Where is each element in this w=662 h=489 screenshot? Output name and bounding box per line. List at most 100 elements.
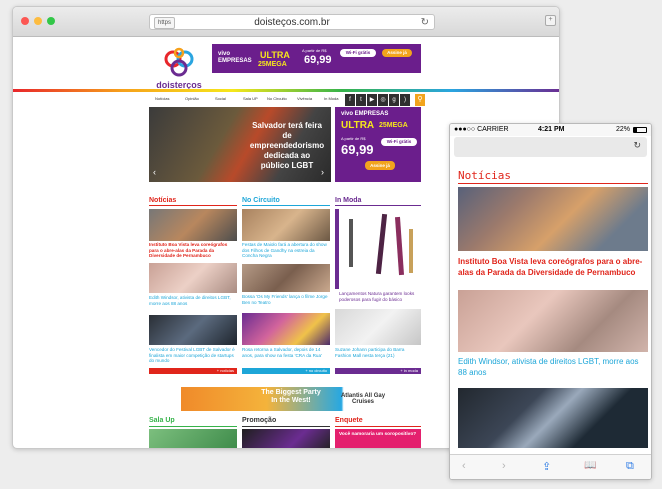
noticias-underline [149,205,237,206]
noticias-heading[interactable]: Notícias [149,197,176,204]
vivo-banner-ad[interactable]: vivo EMPRESAS ULTRA 25MEGA A partir de R… [212,44,421,73]
instagram-icon[interactable]: ◎ [378,94,388,106]
forward-icon[interactable]: › [502,460,506,472]
mobile-toolbar: ‹ › ⇪ 📖 ⧉ [450,454,651,479]
enquete-underline [335,426,421,427]
ad-brand: vivo EMPRESAS [218,51,252,64]
battery-level: 22% [616,126,631,133]
reload-icon[interactable]: ↻ [421,16,429,29]
slider-next-icon[interactable]: › [321,167,324,177]
ad-mid-brand: Atlantis All Gay Cruises [340,393,386,405]
ad-mid-text: The Biggest Party In the West! [261,389,321,404]
atlantis-banner-ad[interactable]: The Biggest Party In the West! Atlantis … [181,387,395,411]
moda-thumb-1[interactable] [335,209,421,289]
rainbow-divider [13,89,559,92]
share-icon[interactable]: ⇪ [542,460,551,473]
twitter-icon[interactable]: t [356,94,366,106]
mobile-address-bar[interactable]: ↻ [454,137,647,157]
nav-in-moda[interactable]: In Moda [324,96,338,101]
facebook-icon[interactable]: f [345,94,355,106]
circuito-thumb-3[interactable] [242,313,330,345]
circuito-heading[interactable]: No Circuito [242,197,280,204]
noticias-thumb-1[interactable] [149,209,237,241]
slider-prev-icon[interactable]: ‹ [153,167,156,177]
bookmarks-icon[interactable]: 📖 [584,460,596,471]
sala-up-underline [149,426,237,427]
more-circuito-button[interactable]: + no circuito [242,368,330,374]
nav-sala-up[interactable]: Sala UP [243,96,258,101]
noticias-headline-1[interactable]: Instituto Boa Vista leva coreógrafos par… [149,242,237,259]
mobile-section-underline [458,183,648,184]
ad-wifi-badge: Wi-Fi grátis [340,49,376,57]
nav-no-circuito[interactable]: No Circuito [267,96,287,101]
noticias-thumb-2[interactable] [149,263,237,293]
promocao-thumb[interactable] [242,429,330,448]
nav-vivencia[interactable]: Vivência [297,96,312,101]
moda-heading[interactable]: In Moda [335,197,361,204]
circuito-headline-3[interactable]: Rosa retorna a Salvador, depois de 14 an… [242,347,330,358]
logo-mark-icon [164,47,194,77]
ad-price: 69,99 [304,54,332,66]
nav-noticias[interactable]: Notícias [155,96,169,101]
ad-wifi-badge: Wi-Fi grátis [381,138,417,146]
ad-speed: 25MEGA [258,61,287,68]
status-bar: ●●●○○ CARRIER 4:21 PM 22% [450,124,651,136]
enquete-question: Você namoraria um soropositivo? [339,432,417,437]
ad-product: ULTRA [260,50,290,60]
circuito-thumb-1[interactable] [242,209,330,241]
search-icon[interactable]: ⚲ [415,94,425,106]
minimize-window-button[interactable] [34,17,42,25]
noticias-headline-3[interactable]: Vencedor do Festival LGBT de Salvador é … [149,347,237,364]
circuito-thumb-2[interactable] [242,264,330,292]
protocol-badge: https [154,17,176,29]
mobile-news-headline-2[interactable]: Edith Windsor, ativista de direitos LGBT… [458,357,648,378]
youtube-icon[interactable]: ▶ [367,94,377,106]
enquete-box: Você namoraria um soropositivo? [335,429,421,448]
rss-icon[interactable]: ) [400,94,410,106]
close-window-button[interactable] [21,17,29,25]
ad-brand: vivo EMPRESAS [341,111,389,117]
nav-social[interactable]: Social [215,96,226,101]
moda-headline-1[interactable]: Lançamentos Natura garantem looks podero… [339,291,421,302]
tabs-icon[interactable]: ⧉ [626,460,634,473]
more-moda-button[interactable]: + in moda [335,368,421,374]
noticias-headline-2[interactable]: Edith Windsor, ativista de direitos LGBT… [149,295,237,306]
enquete-heading[interactable]: Enquete [335,417,363,424]
noticias-thumb-3[interactable] [149,315,237,345]
carrier-label: ●●●○○ CARRIER [454,126,509,133]
mobile-news-image-1[interactable] [458,187,648,251]
status-time: 4:21 PM [538,126,565,133]
nav-opiniao[interactable]: Opinião [185,96,199,101]
mobile-news-image-2[interactable] [458,290,648,352]
sala-up-heading[interactable]: Sala Up [149,417,175,424]
browser-toolbar: doisteços.com.br https ↻ + [13,7,559,37]
circuito-headline-2[interactable]: Bossa 'Os My Friends' lança o filme Jorg… [242,294,330,305]
mobile-browser-window: ●●●○○ CARRIER 4:21 PM 22% ↻ Notícias Ins… [449,123,652,480]
sala-up-thumb[interactable] [149,429,237,448]
vivo-side-ad[interactable]: vivo EMPRESAS ULTRA 25MEGA A partir de R… [335,107,421,182]
more-noticias-button[interactable]: + notícias [149,368,237,374]
googleplus-icon[interactable]: g [389,94,399,106]
mobile-news-headline-1[interactable]: Instituto Boa Vista leva coreógrafos par… [458,257,648,278]
hero-slider[interactable]: Salvador terá feira de empreendedorismo … [149,107,331,182]
maximize-window-button[interactable] [47,17,55,25]
mobile-section-title[interactable]: Notícias [458,169,511,182]
main-nav: Notícias Opinião Social Sala UP No Circu… [149,94,423,106]
ad-cta-button[interactable]: Assine já [365,161,395,170]
tab-overview-icon[interactable]: + [545,15,556,26]
circuito-headline-1[interactable]: Festas de Maiolo fará a abertura do show… [242,242,330,259]
address-bar[interactable]: doisteços.com.br https ↻ [149,14,435,30]
moda-thumb-2[interactable] [335,309,421,345]
ad-speed: 25MEGA [379,122,408,129]
battery-icon [633,127,647,133]
promocao-heading[interactable]: Promoção [242,417,276,424]
ad-product: ULTRA [341,120,375,131]
site-logo[interactable]: doisterços [149,45,209,95]
back-icon[interactable]: ‹ [462,460,466,472]
ad-cta-button[interactable]: Assine já [382,49,412,57]
moda-headline-2[interactable]: Suzane Johann participa do Barra Fashion… [335,347,421,358]
address-url: doisteços.com.br [254,17,330,28]
mobile-reload-icon[interactable]: ↻ [633,140,641,151]
mobile-news-image-3[interactable] [458,388,648,448]
hero-title: Salvador terá feira de empreendedorismo … [249,121,325,170]
